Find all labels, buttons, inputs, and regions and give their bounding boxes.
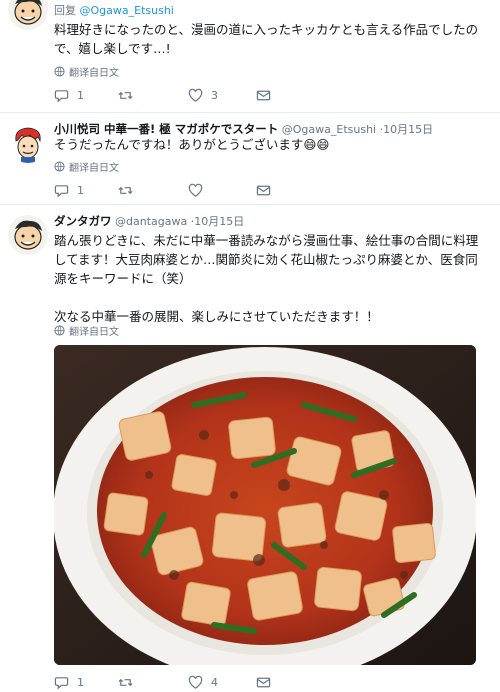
- avatar-dantagawa-2[interactable]: [8, 215, 48, 255]
- reply-context: 回复 @Ogawa_Etsushi: [54, 2, 174, 18]
- globe-icon: [54, 161, 65, 172]
- like-button[interactable]: [188, 183, 256, 198]
- translate-label: 翻译自日文: [69, 327, 119, 338]
- avatar-ogawa[interactable]: [8, 123, 48, 163]
- like-count: 4: [211, 676, 218, 689]
- display-name[interactable]: ダンタガワ: [54, 214, 112, 228]
- reply-button[interactable]: 1: [54, 183, 118, 198]
- translate-label: 翻译自日文: [69, 68, 119, 79]
- reply-count: 1: [77, 676, 84, 689]
- translate-link[interactable]: 翻译自日文: [54, 323, 119, 338]
- tweet-reply-2: 小川悦司 中華一番! 極 マガポケでスタート @Ogawa_Etsushi ·1…: [0, 112, 500, 204]
- retweet-icon: [118, 678, 133, 687]
- tweet-date[interactable]: ·10月15日: [191, 215, 245, 228]
- translate-link[interactable]: 翻译自日文: [54, 159, 119, 174]
- globe-icon: [54, 66, 65, 77]
- avatar-dantagawa-1[interactable]: [8, 0, 48, 30]
- tweet-actions: 1 3: [54, 88, 271, 103]
- tweet-actions: 1 4: [54, 675, 271, 690]
- reply-count: 1: [77, 89, 84, 102]
- like-button[interactable]: 4: [188, 675, 256, 690]
- reply-icon: [54, 90, 69, 103]
- retweet-button[interactable]: [118, 183, 188, 198]
- reply-icon: [54, 677, 69, 690]
- reply-icon: [54, 185, 69, 198]
- retweet-icon: [118, 91, 133, 100]
- tweet-reply-1: 回复 @Ogawa_Etsushi 料理好きになったのと、漫画の道に入ったキッカ…: [0, 0, 500, 112]
- translate-label: 翻译自日文: [69, 163, 119, 174]
- like-icon: [188, 183, 203, 197]
- tweet-header: ダンタガワ @dantagawa ·10月15日: [54, 213, 244, 229]
- globe-icon: [54, 325, 65, 336]
- reply-prefix: 回复: [54, 4, 76, 17]
- reply-count: 1: [77, 184, 84, 197]
- user-handle[interactable]: @dantagawa: [115, 215, 187, 228]
- reply-button[interactable]: 1: [54, 675, 118, 690]
- tweet-text: そうだったんですね！ありがとうございます😄😄: [54, 137, 330, 152]
- tweet-text: 料理好きになったのと、漫画の道に入ったキッカケとも言える作品でしたので、嬉し楽し…: [54, 22, 479, 56]
- like-button[interactable]: 3: [188, 88, 256, 103]
- dm-icon: [256, 90, 271, 101]
- translate-link[interactable]: 翻译自日文: [54, 64, 119, 79]
- tweet-reply-3: ダンタガワ @dantagawa ·10月15日 踏ん張りどきに、未だに中華一番…: [0, 204, 500, 692]
- retweet-button[interactable]: [118, 675, 188, 690]
- reply-handle-link[interactable]: @Ogawa_Etsushi: [80, 4, 174, 17]
- dm-button[interactable]: [256, 88, 271, 103]
- like-icon: [188, 675, 203, 689]
- dm-icon: [256, 677, 271, 688]
- like-icon: [188, 88, 203, 102]
- like-count: 3: [211, 89, 218, 102]
- retweet-icon: [118, 186, 133, 195]
- dm-button[interactable]: [256, 183, 271, 198]
- dm-button[interactable]: [256, 675, 271, 690]
- tweet-actions: 1: [54, 183, 271, 198]
- tweet-photo-mapo-tofu[interactable]: [54, 345, 476, 665]
- dm-icon: [256, 185, 271, 196]
- reply-button[interactable]: 1: [54, 88, 118, 103]
- display-name[interactable]: 小川悦司 中華一番! 極 マガポケでスタート: [54, 122, 278, 136]
- retweet-button[interactable]: [118, 88, 188, 103]
- tweet-text: 踏ん張りどきに、未だに中華一番読みながら漫画仕事、絵仕事の合間に料理してます！大…: [54, 233, 479, 324]
